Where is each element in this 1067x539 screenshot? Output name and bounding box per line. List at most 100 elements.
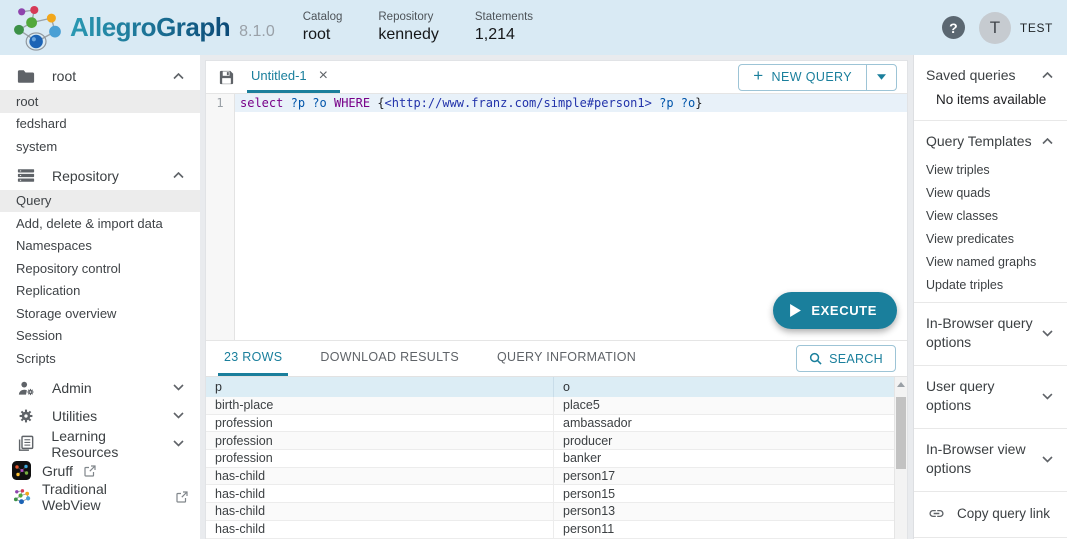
sidebar-item-storage-overview[interactable]: Storage overview	[0, 302, 200, 325]
query-workspace: Untitled-1 × + NEW QUERY 1	[205, 60, 908, 539]
app-version: 8.1.0	[239, 23, 275, 41]
template-update-triples[interactable]: Update triples	[926, 273, 1057, 296]
column-header-o[interactable]: o	[553, 377, 894, 397]
in-browser-query-options-group: In-Browser query options	[914, 303, 1067, 366]
save-icon[interactable]	[218, 69, 235, 86]
template-view-classes[interactable]: View classes	[926, 204, 1057, 227]
sidebar-section-repository[interactable]: Repository	[0, 162, 200, 190]
sidebar-item-scripts[interactable]: Scripts	[0, 347, 200, 370]
results-scrollbar[interactable]	[894, 377, 907, 539]
table-row: has-child person13	[206, 503, 894, 521]
chevron-down-icon	[173, 412, 184, 419]
saved-queries-header[interactable]: Saved queries	[926, 59, 1057, 92]
stat-statements: Statements 1,214	[475, 11, 533, 44]
sidebar-section-catalog-root[interactable]: root	[0, 62, 200, 90]
scrollbar-thumb[interactable]	[896, 397, 906, 469]
tab-untitled-1[interactable]: Untitled-1 ×	[247, 61, 340, 93]
gear-icon	[16, 408, 36, 424]
tab-query-information[interactable]: QUERY INFORMATION	[491, 341, 642, 376]
query-editor[interactable]: 1 select ?p ?o WHERE {<http://www.franz.…	[206, 94, 907, 341]
table-row: has-child person15	[206, 485, 894, 503]
play-icon	[790, 304, 801, 317]
query-line-1: select ?p ?o WHERE {<http://www.franz.co…	[235, 94, 907, 112]
allegrograph-webview: AllegroGraph 8.1.0 Catalog root Reposito…	[0, 0, 1067, 539]
new-query-button[interactable]: + NEW QUERY	[738, 64, 897, 91]
query-templates-header[interactable]: Query Templates	[926, 125, 1057, 158]
allegrograph-logo	[10, 5, 64, 51]
sidebar-item-namespaces[interactable]: Namespaces	[0, 235, 200, 258]
template-view-triples[interactable]: View triples	[926, 158, 1057, 181]
sidebar-item-root[interactable]: root	[0, 90, 200, 113]
folder-icon	[16, 69, 36, 84]
gruff-app-icon	[12, 461, 31, 480]
table-row: birth-place place5	[206, 397, 894, 415]
chevron-up-icon	[1042, 72, 1053, 79]
results-table: p o birth-place place5 profession ambass…	[206, 377, 907, 539]
column-header-p[interactable]: p	[206, 377, 553, 397]
stat-catalog: Catalog root	[303, 11, 343, 44]
repository-icon	[16, 168, 36, 183]
external-link-icon	[84, 465, 96, 477]
sidebar-item-session[interactable]: Session	[0, 325, 200, 348]
table-row: has-child person11	[206, 521, 894, 539]
sidebar-item-system[interactable]: system	[0, 135, 200, 158]
table-header: p o	[206, 377, 894, 397]
chevron-down-icon	[1042, 456, 1053, 463]
editor-gutter: 1	[206, 94, 235, 340]
in-browser-view-options-header[interactable]: In-Browser view options	[926, 433, 1057, 485]
chevron-down-icon	[1042, 393, 1053, 400]
chevron-up-icon	[1042, 138, 1053, 145]
chevron-down-icon	[173, 384, 184, 391]
sidebar-item-replication[interactable]: Replication	[0, 280, 200, 303]
repo-stats: Catalog root Repository kennedy Statemen…	[303, 11, 533, 44]
molecule-icon	[12, 488, 31, 505]
in-browser-query-options-header[interactable]: In-Browser query options	[926, 307, 1057, 359]
search-icon	[809, 352, 822, 365]
sidebar-section-utilities[interactable]: Utilities	[0, 402, 200, 430]
close-icon[interactable]: ×	[319, 68, 328, 84]
stat-repository: Repository kennedy	[378, 11, 439, 44]
book-icon	[16, 435, 35, 452]
table-row: profession banker	[206, 450, 894, 468]
user-query-options-group: User query options	[914, 366, 1067, 429]
execute-button[interactable]: EXECUTE	[773, 292, 897, 329]
sidebar-item-traditional-webview[interactable]: Traditional WebView	[0, 484, 200, 510]
template-view-predicates[interactable]: View predicates	[926, 227, 1057, 250]
template-view-quads[interactable]: View quads	[926, 181, 1057, 204]
top-bar: AllegroGraph 8.1.0 Catalog root Reposito…	[0, 0, 1067, 55]
saved-queries-empty-text: No items available	[926, 92, 1057, 114]
app-title: AllegroGraph	[70, 12, 230, 43]
sidebar-section-learning-resources[interactable]: Learning Resources	[0, 430, 200, 458]
copy-query-link-button[interactable]: Copy query link	[926, 496, 1057, 531]
sidebar-item-repository-control[interactable]: Repository control	[0, 257, 200, 280]
table-row: has-child person17	[206, 468, 894, 486]
tab-rows[interactable]: 23 ROWS	[218, 341, 288, 376]
sidebar-item-add-delete-import[interactable]: Add, delete & import data	[0, 212, 200, 235]
admin-person-gear-icon	[16, 380, 36, 396]
copy-query-link-group: Copy query link	[914, 492, 1067, 538]
table-row: profession ambassador	[206, 415, 894, 433]
tab-download-results[interactable]: DOWNLOAD RESULTS	[314, 341, 465, 376]
right-panel: Saved queries No items available Query T…	[913, 55, 1067, 539]
chevron-up-icon	[173, 73, 184, 80]
in-browser-view-options-group: In-Browser view options	[914, 429, 1067, 492]
avatar[interactable]: T	[979, 12, 1011, 44]
left-sidebar: root root fedshard system Repository Que…	[0, 55, 200, 539]
user-query-options-header[interactable]: User query options	[926, 370, 1057, 422]
results-section: 23 ROWS DOWNLOAD RESULTS QUERY INFORMATI…	[206, 341, 907, 539]
line-number: 1	[206, 94, 234, 112]
sidebar-item-query[interactable]: Query	[0, 190, 200, 213]
search-button[interactable]: SEARCH	[796, 345, 896, 372]
results-tab-bar: 23 ROWS DOWNLOAD RESULTS QUERY INFORMATI…	[206, 341, 907, 377]
sidebar-item-fedshard[interactable]: fedshard	[0, 113, 200, 136]
caret-down-icon	[877, 74, 886, 80]
query-templates-group: Query Templates View triples View quads …	[914, 121, 1067, 303]
query-tab-bar: Untitled-1 × + NEW QUERY	[206, 61, 907, 94]
chevron-down-icon	[173, 440, 184, 447]
question-help-icon[interactable]: ?	[942, 16, 965, 39]
new-query-dropdown[interactable]	[866, 65, 896, 90]
scroll-up-arrow-icon[interactable]	[895, 377, 907, 392]
sidebar-section-admin[interactable]: Admin	[0, 374, 200, 402]
link-icon	[928, 505, 945, 522]
template-view-named-graphs[interactable]: View named graphs	[926, 250, 1057, 273]
